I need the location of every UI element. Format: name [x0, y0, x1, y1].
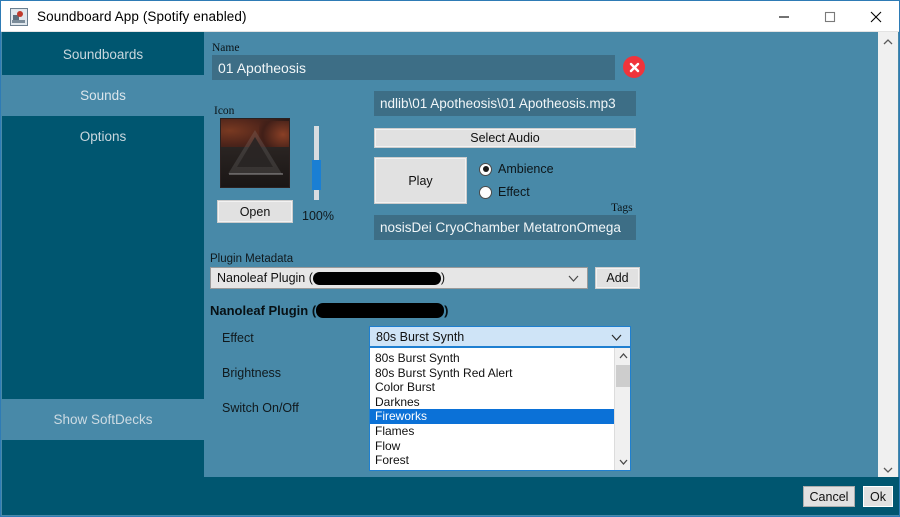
window-controls: [761, 1, 899, 32]
effect-label: Effect: [222, 331, 254, 345]
plugin-metadata-suffix: ): [440, 271, 446, 285]
ok-button[interactable]: Ok: [863, 486, 893, 507]
panel-scrollbar[interactable]: [878, 32, 898, 479]
name-input[interactable]: 01 Apotheosis: [212, 55, 615, 80]
plugin-section-redacted: [316, 303, 445, 318]
brightness-label: Brightness: [222, 366, 282, 380]
radio-effect[interactable]: Effect: [479, 185, 530, 199]
plugin-section-prefix: Nanoleaf Plugin (: [210, 303, 317, 318]
chevron-down-icon[interactable]: [568, 271, 579, 285]
add-plugin-button[interactable]: Add: [595, 267, 640, 289]
radio-effect-indicator[interactable]: [479, 185, 492, 199]
tags-input[interactable]: nosisDei CryoChamber MetatronOmega: [374, 215, 636, 240]
sidebar-item-show-softdecks[interactable]: Show SoftDecks: [2, 399, 204, 440]
effect-select-value: 80s Burst Synth: [376, 329, 465, 344]
effect-select[interactable]: 80s Burst Synth: [369, 326, 631, 347]
radio-ambience-label: Ambience: [498, 162, 554, 176]
plugin-metadata-redacted: [312, 271, 441, 285]
switch-onoff-label: Switch On/Off: [222, 401, 299, 415]
sidebar: Soundboards Sounds Options Show SoftDeck…: [2, 32, 204, 479]
dropdown-scrollbar[interactable]: [614, 348, 630, 470]
maximize-icon[interactable]: [807, 1, 853, 32]
close-icon[interactable]: [853, 1, 899, 32]
plugin-section-suffix: ): [444, 303, 449, 318]
radio-effect-label: Effect: [498, 185, 530, 199]
radio-ambience-indicator[interactable]: [479, 162, 492, 176]
effect-dropdown-list[interactable]: 80s Burst Synth 80s Burst Synth Red Aler…: [369, 347, 631, 471]
radio-ambience[interactable]: Ambience: [479, 162, 554, 176]
title-bar: Soundboard App (Spotify enabled): [1, 1, 899, 32]
window-title: Soundboard App (Spotify enabled): [37, 9, 247, 24]
sidebar-item-options[interactable]: Options: [2, 116, 204, 157]
sidebar-item-soundboards[interactable]: Soundboards: [2, 34, 204, 75]
scroll-up-icon[interactable]: [878, 32, 898, 51]
sidebar-item-sounds[interactable]: Sounds: [2, 75, 204, 116]
volume-percent-label: 100%: [302, 209, 334, 223]
sound-editor-panel: Name 01 Apotheosis Icon Open 100% ndlib\…: [204, 32, 878, 479]
sidebar-item-label: Show SoftDecks: [53, 412, 153, 427]
icon-label: Icon: [214, 105, 235, 117]
cancel-button[interactable]: Cancel: [803, 486, 855, 507]
sidebar-item-label: Options: [79, 129, 127, 144]
open-icon-button[interactable]: Open: [217, 200, 293, 223]
delete-sound-button[interactable]: [623, 56, 645, 78]
audio-path-field[interactable]: ndlib\01 Apotheosis\01 Apotheosis.mp3: [374, 91, 636, 116]
chevron-down-icon[interactable]: [611, 330, 622, 344]
plugin-metadata-label: Plugin Metadata: [210, 253, 294, 265]
list-item-selected[interactable]: Fireworks: [370, 409, 614, 424]
plugin-metadata-prefix: Nanoleaf Plugin (: [217, 271, 313, 285]
play-button[interactable]: Play: [374, 157, 467, 204]
app-window: Soundboard App (Spotify enabled) Soundbo…: [0, 0, 900, 517]
minimize-icon[interactable]: [761, 1, 807, 32]
sound-icon-image[interactable]: [220, 118, 290, 188]
list-item[interactable]: Forest: [370, 453, 614, 468]
select-audio-button[interactable]: Select Audio: [374, 128, 636, 148]
app-icon: [10, 7, 28, 26]
list-item[interactable]: 80s Burst Synth Red Alert: [370, 366, 614, 381]
tags-label: Tags: [611, 202, 633, 214]
list-item[interactable]: 80s Burst Synth: [370, 351, 614, 366]
sidebar-item-label: Sounds: [80, 88, 126, 103]
list-item[interactable]: Flames: [370, 424, 614, 439]
name-label: Name: [212, 42, 240, 54]
scroll-up-icon[interactable]: [615, 348, 630, 364]
plugin-section-heading: Nanoleaf Plugin (): [210, 303, 449, 318]
sidebar-item-label: Soundboards: [62, 47, 144, 62]
scroll-down-icon[interactable]: [615, 454, 630, 470]
list-item[interactable]: Darknes: [370, 395, 614, 410]
scroll-thumb[interactable]: [616, 365, 630, 387]
volume-slider-thumb[interactable]: [312, 160, 321, 190]
list-item[interactable]: Color Burst: [370, 380, 614, 395]
plugin-metadata-select[interactable]: Nanoleaf Plugin (): [210, 267, 588, 289]
list-item[interactable]: Flow: [370, 439, 614, 454]
dialog-footer: Cancel Ok: [2, 477, 899, 515]
